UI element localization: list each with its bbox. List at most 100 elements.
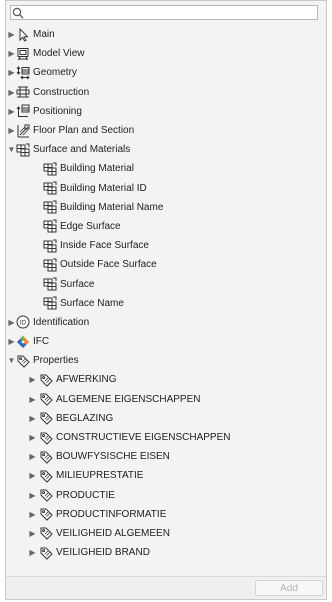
- surface-materials-icon: [43, 219, 57, 233]
- expand-arrow-icon[interactable]: ▶: [7, 125, 16, 137]
- floor-plan-icon: [16, 124, 30, 138]
- tree-item-ifc[interactable]: ▶ IFC: [6, 332, 326, 351]
- expand-arrow-icon[interactable]: ▶: [28, 470, 37, 482]
- surface-materials-icon: [43, 200, 57, 214]
- tree-item-properties[interactable]: ▼ Properties: [6, 351, 326, 370]
- tree-item-label: Surface: [60, 278, 95, 290]
- tree-item-productie[interactable]: ▶ PRODUCTIE: [6, 486, 326, 505]
- search-box[interactable]: [10, 5, 318, 20]
- tree-item-productinformatie[interactable]: ▶ PRODUCTINFORMATIE: [6, 505, 326, 524]
- tree-item-model-view[interactable]: ▶ Model View: [6, 44, 326, 63]
- surface-materials-icon: [43, 258, 57, 272]
- tree-item-constructieve-eigenschappen[interactable]: ▶ CONSTRUCTIEVE EIGENSCHAPPEN: [6, 428, 326, 447]
- tree-item-building-material-name[interactable]: Building Material Name: [6, 198, 326, 217]
- tree-item-construction[interactable]: ▶ Construction: [6, 83, 326, 102]
- tree-item-milieuprestatie[interactable]: ▶ MILIEUPRESTATIE: [6, 466, 326, 485]
- tree-item-label: Building Material: [60, 163, 134, 175]
- tree-item-label: Building Material ID: [60, 182, 147, 194]
- add-button[interactable]: Add: [255, 580, 323, 596]
- svg-text:ID: ID: [20, 320, 27, 327]
- property-tag-icon: [39, 431, 53, 445]
- tree-item-floor-plan-and-section[interactable]: ▶ Floor Plan and Section: [6, 121, 326, 140]
- property-tag-icon: [39, 411, 53, 426]
- expand-arrow-icon[interactable]: ▶: [7, 29, 16, 41]
- property-tag-icon: [16, 354, 30, 368]
- tree-item-label: Inside Face Surface: [60, 240, 149, 252]
- expand-arrow-icon[interactable]: ▶: [28, 393, 37, 405]
- tree-item-label: Building Material Name: [60, 201, 164, 213]
- tree-item-label: VEILIGHEID ALGEMEEN: [56, 527, 170, 539]
- expand-arrow-icon[interactable]: ▶: [28, 432, 37, 444]
- tree-item-label: VEILIGHEID BRAND: [56, 547, 150, 559]
- tree-item-label: PRODUCTINFORMATIE: [56, 508, 167, 520]
- tree-item-label: Surface and Materials: [33, 144, 131, 156]
- tree-item-label: Outside Face Surface: [60, 259, 157, 271]
- tree-item-inside-face-surface[interactable]: Inside Face Surface: [6, 236, 326, 255]
- tree-item-label: BEGLAZING: [56, 412, 114, 424]
- expand-arrow-icon[interactable]: ▶: [28, 412, 37, 424]
- tree-item-algemene-eigenschappen[interactable]: ▶ ALGEMENE EIGENSCHAPPEN: [6, 390, 326, 409]
- expand-arrow-icon[interactable]: ▶: [28, 508, 37, 520]
- tree-item-main[interactable]: ▶ Main: [6, 25, 326, 44]
- surface-materials-icon: [16, 143, 30, 157]
- tree-item-label: Identification: [33, 316, 90, 328]
- tree-item-label: Construction: [33, 86, 90, 98]
- tree-item-outside-face-surface[interactable]: Outside Face Surface: [6, 255, 326, 274]
- tree-item-label: ALGEMENE EIGENSCHAPPEN: [56, 393, 201, 405]
- expand-arrow-icon[interactable]: ▶: [28, 527, 37, 539]
- surface-materials-icon: [43, 277, 57, 291]
- tree-item-building-material[interactable]: Building Material: [6, 159, 326, 178]
- expand-arrow-icon[interactable]: ▶: [7, 316, 16, 328]
- expand-arrow-icon[interactable]: ▶: [7, 336, 16, 348]
- tree-item-geometry[interactable]: ▶ Geometry: [6, 63, 326, 82]
- tree-item-bouwfysische-eisen[interactable]: ▶ BOUWFYSISCHE EISEN: [6, 447, 326, 466]
- collapse-arrow-icon[interactable]: ▼: [7, 355, 16, 367]
- tree-item-surface-name[interactable]: Surface Name: [6, 294, 326, 313]
- construction-icon: [16, 85, 30, 99]
- expand-arrow-icon[interactable]: ▶: [7, 67, 16, 79]
- tree-item-label: IFC: [33, 336, 50, 348]
- tree-item-surface-and-materials[interactable]: ▼ Surface and Materials: [6, 140, 326, 159]
- collapse-arrow-icon[interactable]: ▼: [7, 144, 16, 156]
- tree-item-label: Geometry: [33, 67, 77, 79]
- expand-arrow-icon[interactable]: ▶: [7, 105, 16, 117]
- surface-materials-icon: [43, 239, 57, 253]
- surface-materials-icon: [43, 162, 57, 176]
- tree-item-label: Positioning: [33, 105, 82, 117]
- tree-item-veiligheid-brand[interactable]: ▶ VEILIGHEID BRAND: [6, 543, 326, 562]
- tree-item-identification[interactable]: ▶ ID Identification: [6, 313, 326, 332]
- tree-item-label: Edge Surface: [60, 220, 121, 232]
- property-tag-icon: [39, 392, 53, 406]
- tree-item-surface[interactable]: Surface: [6, 274, 326, 293]
- property-tag-icon: [39, 546, 53, 560]
- tree-item-label: AFWERKING: [56, 374, 117, 386]
- surface-materials-icon: [43, 181, 57, 195]
- tree-item-edge-surface[interactable]: Edge Surface: [6, 217, 326, 236]
- tree-item-building-material-id[interactable]: Building Material ID: [6, 179, 326, 198]
- search-input[interactable]: [26, 6, 314, 19]
- identification-icon: ID: [16, 315, 30, 329]
- expand-arrow-icon[interactable]: ▶: [28, 374, 37, 386]
- tree-item-positioning[interactable]: ▶ Positioning: [6, 102, 326, 121]
- expand-arrow-icon[interactable]: ▶: [7, 48, 16, 60]
- tree-item-label: Properties: [33, 355, 79, 367]
- expand-arrow-icon[interactable]: ▶: [28, 489, 37, 501]
- tree-item-beglazing[interactable]: ▶ BEGLAZING: [6, 409, 326, 428]
- tree-item-label: PRODUCTIE: [56, 489, 115, 501]
- property-tag-icon: [39, 373, 53, 387]
- panel-footer: Add: [6, 576, 326, 599]
- tree-item-veiligheid-algemeen[interactable]: ▶ VEILIGHEID ALGEMEEN: [6, 524, 326, 543]
- property-tree: ▶ Main ▶ Model View ▶ Geometry ▶ Constru…: [6, 25, 326, 562]
- model-view-icon: [16, 47, 30, 61]
- positioning-icon: [16, 104, 30, 118]
- surface-materials-icon: [43, 296, 57, 310]
- expand-arrow-icon[interactable]: ▶: [28, 547, 37, 559]
- property-tag-icon: [39, 526, 53, 541]
- cursor-arrow-icon: [16, 27, 30, 42]
- tree-item-afwerking[interactable]: ▶ AFWERKING: [6, 370, 326, 389]
- property-picker-panel: ▶ Main ▶ Model View ▶ Geometry ▶ Constru…: [5, 0, 327, 600]
- property-tag-icon: [39, 507, 53, 521]
- expand-arrow-icon[interactable]: ▶: [28, 451, 37, 463]
- expand-arrow-icon[interactable]: ▶: [7, 86, 16, 98]
- tree-item-label: Surface Name: [60, 297, 124, 309]
